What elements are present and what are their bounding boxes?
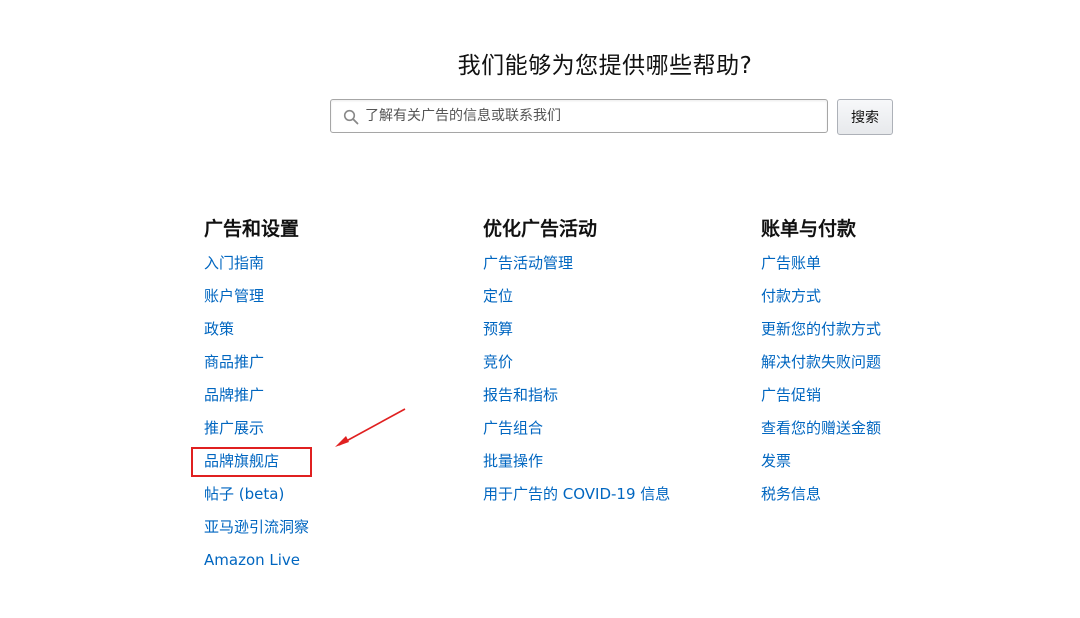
link-ad-billing[interactable]: 广告账单 [761,254,821,272]
list-item: 预算 [483,317,670,350]
link-sponsored-brands[interactable]: 品牌推广 [204,386,264,404]
list-item: 定位 [483,284,670,317]
link-campaign-manager[interactable]: 广告活动管理 [483,254,573,272]
list-item: 更新您的付款方式 [761,317,881,350]
link-amazon-attribution[interactable]: 亚马逊引流洞察 [204,518,309,536]
column-heading: 账单与付款 [761,218,857,240]
link-sponsored-products[interactable]: 商品推广 [204,353,264,371]
list-item: 广告促销 [761,383,881,416]
list-item: 用于广告的 COVID-19 信息 [483,482,670,515]
annotation-arrow-icon [335,408,406,447]
list-item: 推广展示 [204,416,309,449]
help-page: 我们能够为您提供哪些帮助? 搜索 广告和设置 入门指南 账户管理 政策 商品推广… [0,0,1080,618]
page-title: 我们能够为您提供哪些帮助? [457,53,753,79]
list-item: 广告账单 [761,251,881,284]
list-item: 报告和指标 [483,383,670,416]
link-ad-promotions[interactable]: 广告促销 [761,386,821,404]
link-payment-failure[interactable]: 解决付款失败问题 [761,353,881,371]
column-heading: 优化广告活动 [483,218,598,240]
link-budgets[interactable]: 预算 [483,320,513,338]
link-view-credits[interactable]: 查看您的赠送金额 [761,419,881,437]
link-covid-info[interactable]: 用于广告的 COVID-19 信息 [483,485,670,503]
search-input[interactable] [365,100,820,132]
list-item: 查看您的赠送金额 [761,416,881,449]
annotation-highlight-box [191,447,312,477]
list-item: 竞价 [483,350,670,383]
list-item: 品牌推广 [204,383,309,416]
link-getting-started[interactable]: 入门指南 [204,254,264,272]
column-ads-and-settings: 广告和设置 入门指南 账户管理 政策 商品推广 品牌推广 推广展示 品牌旗舰店 … [204,216,309,581]
list-item: 付款方式 [761,284,881,317]
link-sponsored-display[interactable]: 推广展示 [204,419,264,437]
link-policies[interactable]: 政策 [204,320,234,338]
link-invoices[interactable]: 发票 [761,452,791,470]
list-item: 商品推广 [204,350,309,383]
link-bidding[interactable]: 竞价 [483,353,513,371]
list-item: 批量操作 [483,449,670,482]
link-bulk-operations[interactable]: 批量操作 [483,452,543,470]
column-billing-payments: 账单与付款 广告账单 付款方式 更新您的付款方式 解决付款失败问题 广告促销 查… [761,216,881,515]
link-reports-metrics[interactable]: 报告和指标 [483,386,558,404]
list-item: 亚马逊引流洞察 [204,515,309,548]
list-item: 广告组合 [483,416,670,449]
search-icon [343,109,359,125]
list-item: 政策 [204,317,309,350]
column-heading: 广告和设置 [204,218,300,240]
list-item: 解决付款失败问题 [761,350,881,383]
list-item: 帖子 (beta) [204,482,309,515]
link-targeting[interactable]: 定位 [483,287,513,305]
list-item: Amazon Live [204,548,309,581]
list-item: 广告活动管理 [483,251,670,284]
list-item: 入门指南 [204,251,309,284]
link-posts-beta[interactable]: 帖子 (beta) [204,485,284,503]
link-portfolios[interactable]: 广告组合 [483,419,543,437]
link-tax-info[interactable]: 税务信息 [761,485,821,503]
link-account-management[interactable]: 账户管理 [204,287,264,305]
search-box[interactable] [330,99,828,133]
list-item: 税务信息 [761,482,881,515]
list-item: 账户管理 [204,284,309,317]
list-item: 发票 [761,449,881,482]
link-list: 广告活动管理 定位 预算 竞价 报告和指标 广告组合 批量操作 用于广告的 CO… [483,251,670,515]
link-list: 广告账单 付款方式 更新您的付款方式 解决付款失败问题 广告促销 查看您的赠送金… [761,251,881,515]
link-list: 入门指南 账户管理 政策 商品推广 品牌推广 推广展示 品牌旗舰店 帖子 (be… [204,251,309,581]
link-update-payment[interactable]: 更新您的付款方式 [761,320,881,338]
link-payment-methods[interactable]: 付款方式 [761,287,821,305]
link-amazon-live[interactable]: Amazon Live [204,551,300,569]
column-optimize-campaigns: 优化广告活动 广告活动管理 定位 预算 竞价 报告和指标 广告组合 批量操作 用… [483,216,670,515]
search-button[interactable]: 搜索 [837,99,893,135]
